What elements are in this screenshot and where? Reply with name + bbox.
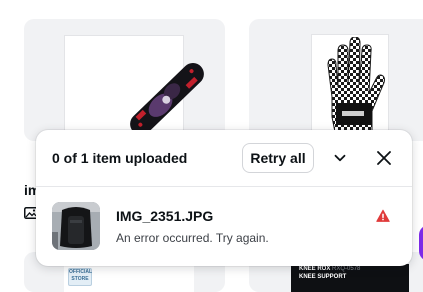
file-thumbnail-image <box>52 202 100 250</box>
collapse-button[interactable] <box>328 146 352 170</box>
file-name: IMG_2351.JPG <box>116 208 214 224</box>
chevron-down-icon <box>334 154 346 162</box>
design-thumbnail <box>312 35 388 141</box>
design-card-skateboard[interactable] <box>24 19 225 141</box>
close-icon <box>377 151 391 165</box>
skateboard-image <box>130 62 204 136</box>
warning-icon <box>376 209 390 222</box>
upload-status-text: 0 of 1 item uploaded <box>52 150 188 166</box>
product-title: KNEE ROX <box>299 266 331 272</box>
file-thumbnail <box>52 202 100 250</box>
design-card-glove[interactable] <box>249 19 423 141</box>
product-banner: KNEE ROX RXQ-0578 KNEE SUPPORT <box>291 264 409 292</box>
product-subtitle: KNEE SUPPORT <box>299 274 347 280</box>
store-badge: OFFICIAL STORE <box>68 268 92 286</box>
product-code: RXQ-0578 <box>332 266 361 272</box>
upload-file-row: IMG_2351.JPG An error occurred. Try agai… <box>36 187 412 266</box>
upload-panel: 0 of 1 item uploaded Retry all IMG_2351.… <box>36 130 412 266</box>
upload-panel-header: 0 of 1 item uploaded Retry all <box>36 130 412 187</box>
help-button[interactable] <box>419 225 423 261</box>
glove-image <box>327 37 385 138</box>
product-title-line: KNEE ROX RXQ-0578 <box>299 266 360 272</box>
design-thumbnail <box>65 36 204 141</box>
file-error-message: An error occurred. Try again. <box>116 231 269 245</box>
retry-all-button[interactable]: Retry all <box>242 143 314 173</box>
close-button[interactable] <box>372 146 396 170</box>
